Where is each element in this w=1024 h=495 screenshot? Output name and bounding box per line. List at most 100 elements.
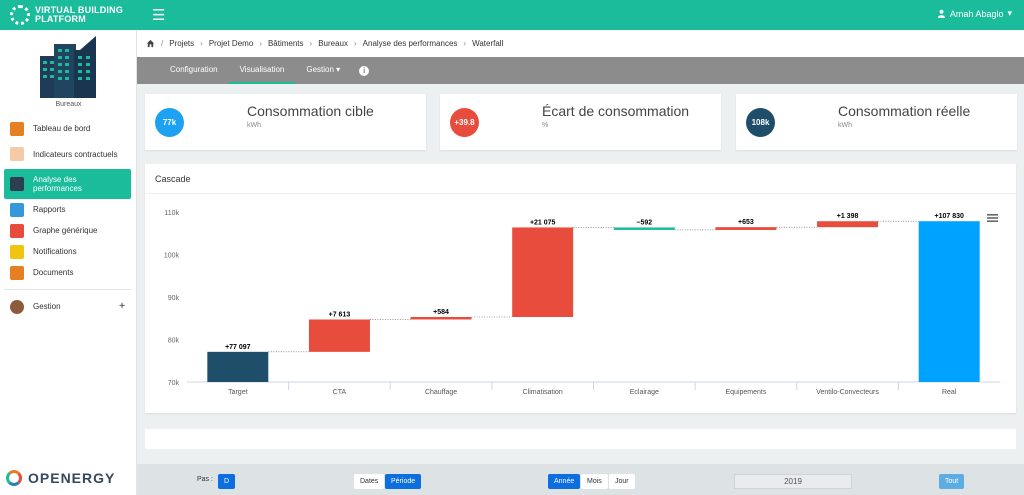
- bar-data-label: +21 075: [530, 219, 556, 226]
- kpi-card-ecart: +39.8 Écart de consommation %: [440, 94, 721, 150]
- sidebar-item-documents[interactable]: Documents: [4, 262, 131, 283]
- kpi-value-badge: 77k: [155, 108, 184, 137]
- info-icon[interactable]: i: [359, 65, 370, 76]
- breadcrumb-bureaux[interactable]: Bureaux: [318, 39, 348, 48]
- reports-icon: [10, 202, 24, 217]
- chart-menu-icon[interactable]: [987, 220, 998, 222]
- bell-icon: [10, 244, 24, 259]
- x-tick-label: Target: [228, 389, 248, 396]
- sidebar-divider: [4, 289, 131, 290]
- bottom-toolbar: Pas : D Dates Période Année Mois Jour 20…: [137, 464, 1024, 495]
- dates-toggle[interactable]: Dates: [354, 474, 385, 489]
- chart-icon: [10, 223, 24, 238]
- chart-menu-icon[interactable]: [987, 217, 998, 219]
- kpi-value-badge: 108k: [746, 108, 775, 137]
- dashboard-icon: [10, 121, 24, 136]
- sidebar-item-analyse[interactable]: Analyse des performances: [4, 169, 131, 199]
- x-tick-label: Ventilo-Convecteurs: [816, 389, 879, 396]
- waterfall-bar: [918, 221, 980, 382]
- chart-card-title: Cascade: [145, 164, 1016, 194]
- annee-toggle[interactable]: Année: [548, 474, 581, 489]
- chart-menu-icon[interactable]: [987, 214, 998, 216]
- y-tick-label: 70k: [168, 380, 180, 387]
- kpi-unit: kWh: [838, 122, 852, 129]
- waterfall-bar: [817, 221, 879, 228]
- mois-toggle[interactable]: Mois: [581, 474, 608, 489]
- tab-gestion[interactable]: Gestion ▾: [295, 57, 351, 84]
- user-name: Amah Abaglo: [949, 8, 1004, 19]
- kpi-title: Consommation cible: [247, 103, 374, 119]
- bar-data-label: −592: [636, 219, 652, 226]
- kpi-card-reelle: 108k Consommation réelle kWh: [736, 94, 1017, 150]
- pas-label: Pas :: [197, 476, 213, 483]
- sidebar-item-tableau-de-bord[interactable]: Tableau de bord: [4, 118, 131, 139]
- waterfall-chart: 70k 80k 90k 100k 110k +77 097 Target +7 613 CTA +…: [164, 210, 1000, 396]
- openergy-logo: OPENERGY: [6, 470, 115, 486]
- sidebar-item-label: Rapports: [33, 205, 66, 214]
- hamburger-menu-icon[interactable]: ☰: [152, 6, 165, 24]
- bar-data-label: +107 830: [934, 213, 963, 220]
- year-field[interactable]: 2019: [734, 474, 852, 489]
- waterfall-bar: [207, 351, 269, 382]
- waterfall-bar: [410, 317, 472, 320]
- sidebar-item-graphe[interactable]: Graphe générique: [4, 220, 131, 241]
- x-tick-label: CTA: [333, 389, 347, 396]
- y-tick-label: 80k: [168, 338, 180, 345]
- tab-configuration[interactable]: Configuration: [159, 57, 229, 84]
- periode-toggle[interactable]: Période: [385, 474, 422, 489]
- sidebar-item-label: Tableau de bord: [33, 124, 91, 133]
- performance-icon: [10, 177, 24, 191]
- kpi-title: Écart de consommation: [542, 103, 690, 119]
- breadcrumb-projets[interactable]: Projets: [169, 39, 194, 48]
- cascade-chart-card: Cascade 70k 80k 90k 100k 110k +77 097 Target +7…: [145, 164, 1016, 413]
- document-icon: [10, 265, 24, 280]
- waterfall-bar: [613, 227, 675, 230]
- expand-plus-icon[interactable]: +: [119, 301, 125, 312]
- tab-visualisation[interactable]: Visualisation: [228, 57, 296, 84]
- sidebar-item-notifications[interactable]: Notifications: [4, 241, 131, 262]
- brand-text: VIRTUAL BUILDING PLATFORM: [35, 6, 123, 24]
- sidebar-item-indicateurs[interactable]: Indicateurs contractuels: [4, 139, 131, 169]
- openergy-logo-text: OPENERGY: [28, 470, 116, 486]
- pas-button[interactable]: D: [218, 474, 236, 489]
- top-bar: VIRTUAL BUILDING PLATFORM ☰ Amah Abaglo …: [0, 0, 1024, 30]
- jour-toggle[interactable]: Jour: [609, 474, 635, 489]
- sidebar-item-label: Analyse des performances: [33, 175, 82, 193]
- breadcrumb-batiments[interactable]: Bâtiments: [268, 39, 304, 48]
- breadcrumb-waterfall: Waterfall: [472, 39, 504, 48]
- x-tick-label: Real: [942, 389, 957, 396]
- kpi-unit: %: [542, 122, 549, 129]
- waterfall-bar: [308, 319, 370, 352]
- sidebar-item-label: Indicateurs contractuels: [33, 149, 118, 159]
- breadcrumb-analyse[interactable]: Analyse des performances: [363, 39, 458, 48]
- sidebar-item-gestion[interactable]: Gestion +: [4, 296, 131, 317]
- sidebar-item-rapports[interactable]: Rapports: [4, 199, 131, 220]
- bar-data-label: +77 097: [225, 344, 251, 351]
- kpi-value-badge: +39.8: [450, 108, 479, 137]
- y-tick-label: 100k: [164, 253, 180, 260]
- building-icon: [40, 36, 96, 98]
- manager-icon: [10, 299, 24, 314]
- bar-data-label: +7 613: [329, 311, 351, 318]
- empty-panel: [145, 429, 1016, 449]
- sidebar-item-label: Graphe générique: [33, 226, 98, 235]
- bar-data-label: +1 398: [837, 213, 859, 220]
- x-tick-label: Chauffage: [425, 389, 457, 396]
- building-label: Bureaux: [55, 101, 82, 108]
- breadcrumb-projet-demo[interactable]: Projet Demo: [209, 39, 253, 48]
- bar-data-label: +653: [738, 219, 754, 226]
- x-tick-label: Climatisation: [523, 389, 563, 396]
- user-icon: [937, 9, 946, 18]
- user-menu[interactable]: Amah Abaglo ▾: [937, 8, 1012, 19]
- sidebar-nav: Tableau de bord Indicateurs contractuels…: [4, 118, 131, 317]
- y-tick-label: 110k: [164, 210, 179, 217]
- breadcrumb: / Projets › Projet Demo › Bâtiments › Bu…: [137, 30, 1024, 57]
- tout-button[interactable]: Tout: [939, 474, 965, 489]
- brand[interactable]: VIRTUAL BUILDING PLATFORM: [0, 0, 137, 30]
- tab-bar: Configuration Visualisation Gestion ▾ i: [137, 57, 1024, 84]
- y-tick-label: 90k: [168, 295, 180, 302]
- contract-icon: [10, 147, 24, 161]
- sidebar-item-label: Gestion: [33, 302, 61, 311]
- home-icon[interactable]: [146, 39, 155, 48]
- bar-data-label: +584: [433, 309, 449, 316]
